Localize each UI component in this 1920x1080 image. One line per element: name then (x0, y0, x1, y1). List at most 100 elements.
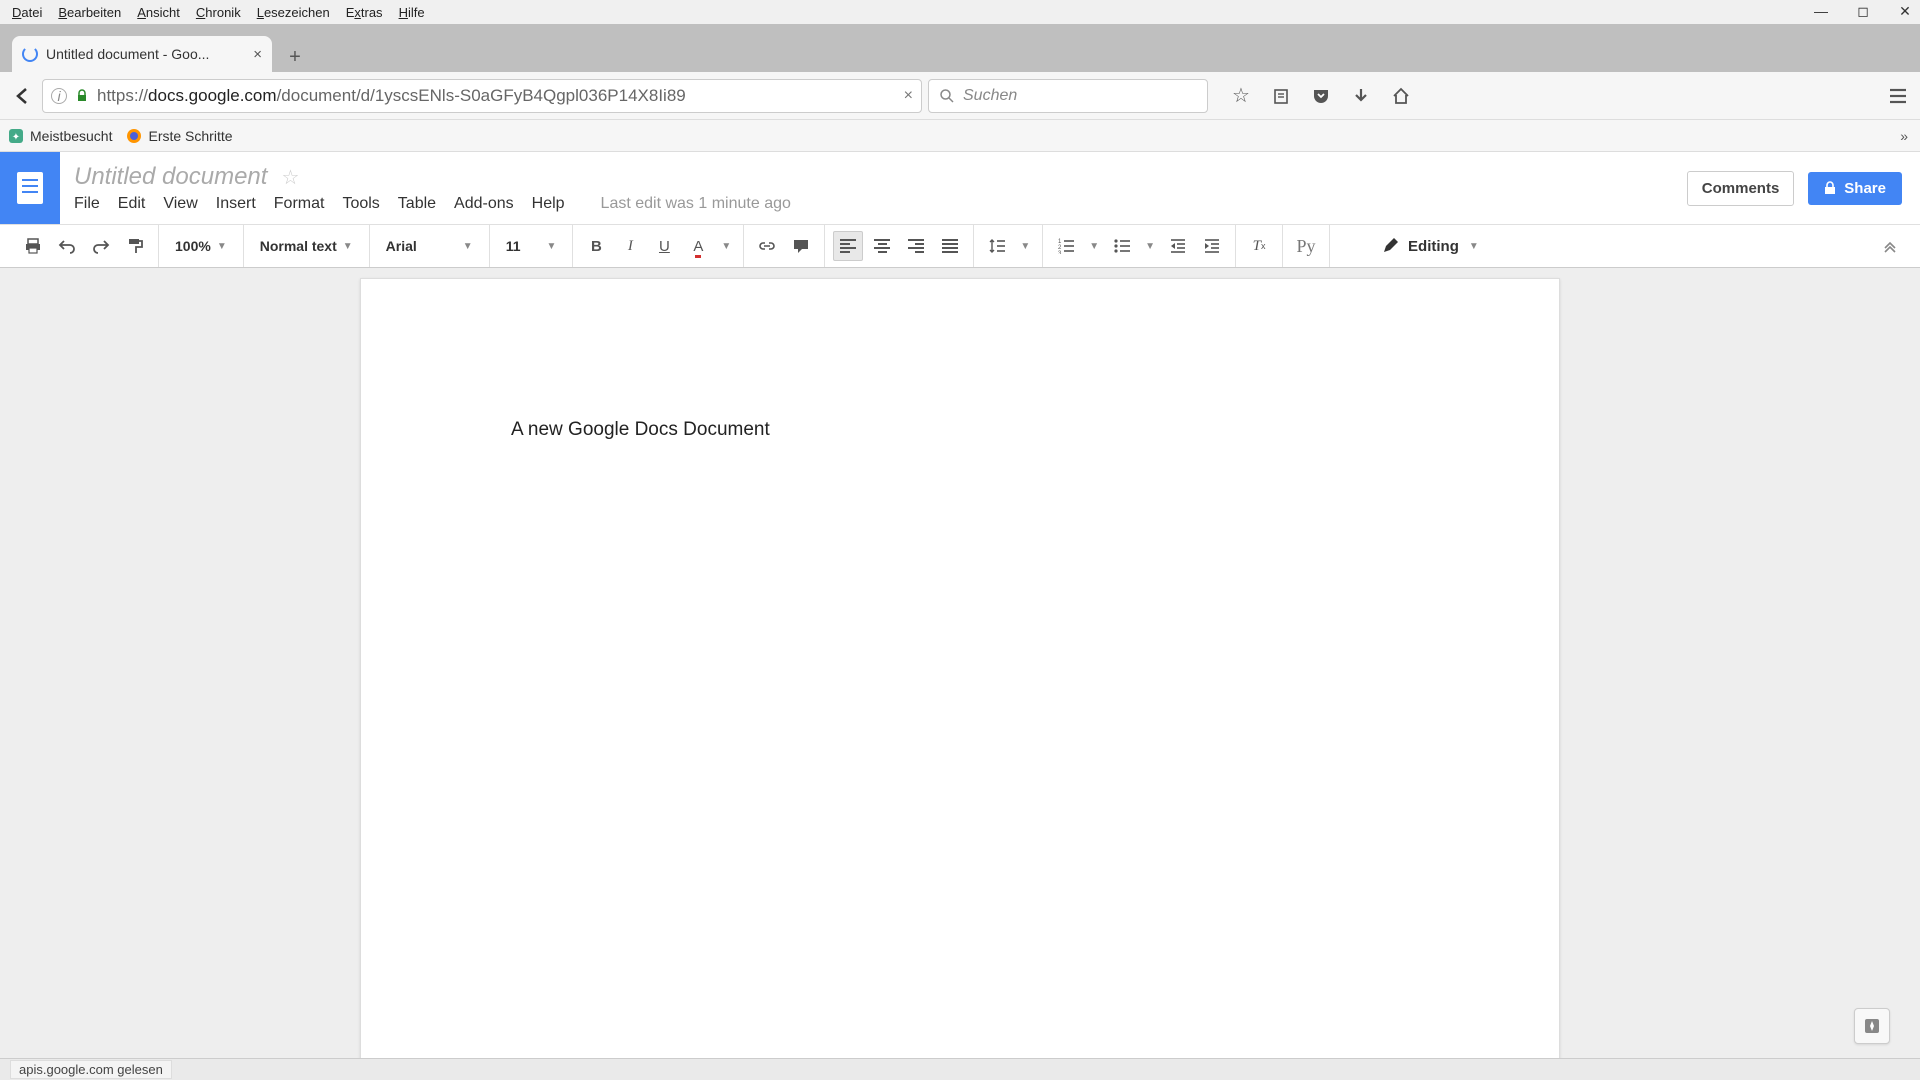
line-spacing-button[interactable] (982, 231, 1012, 261)
input-tools-button[interactable]: Py (1291, 231, 1321, 261)
undo-icon[interactable] (52, 231, 82, 261)
globe-icon: ✦ (8, 128, 24, 144)
back-button[interactable] (10, 83, 36, 109)
italic-button[interactable]: I (615, 231, 645, 261)
toolbar-icons: ☆ (1230, 85, 1412, 107)
browser-menubar: Datei Bearbeiten Ansicht Chronik Lesezei… (0, 0, 1920, 24)
reading-list-icon[interactable] (1270, 85, 1292, 107)
comments-button[interactable]: Comments (1687, 171, 1795, 206)
numbered-list-button[interactable]: 123 (1051, 231, 1081, 261)
status-bar: apis.google.com gelesen (0, 1058, 1920, 1080)
spacing-caret[interactable]: ▼ (1016, 231, 1034, 261)
menu-view[interactable]: Ansicht (129, 3, 188, 22)
indent-decrease-button[interactable] (1163, 231, 1193, 261)
align-left-button[interactable] (833, 231, 863, 261)
close-icon[interactable]: ✕ (1896, 2, 1914, 20)
menu-extras[interactable]: Extras (338, 3, 391, 22)
menu-history[interactable]: Chronik (188, 3, 249, 22)
menu-help[interactable]: Hilfe (391, 3, 433, 22)
menu-file[interactable]: Datei (4, 3, 50, 22)
indent-increase-button[interactable] (1197, 231, 1227, 261)
docs-menubar: File Edit View Insert Format Tools Table… (74, 195, 791, 213)
docs-header: Untitled document ☆ File Edit View Inser… (0, 152, 1920, 224)
color-caret[interactable]: ▼ (717, 231, 735, 261)
docs-menu-edit[interactable]: Edit (118, 195, 146, 213)
svg-text:✦: ✦ (12, 132, 20, 143)
window-controls: — ◻ ✕ (1812, 2, 1914, 20)
home-icon[interactable] (1390, 85, 1412, 107)
maximize-icon[interactable]: ◻ (1854, 2, 1872, 20)
url-bar[interactable]: i https://docs.google.com/document/d/1ys… (42, 79, 922, 113)
bold-button[interactable]: B (581, 231, 611, 261)
status-text: apis.google.com gelesen (10, 1060, 172, 1079)
pocket-icon[interactable] (1310, 85, 1332, 107)
docs-title-area: Untitled document ☆ File Edit View Inser… (74, 163, 791, 213)
bookmark-star-icon[interactable]: ☆ (1230, 85, 1252, 107)
svg-text:3: 3 (1058, 251, 1062, 254)
lock-icon (1824, 181, 1836, 195)
paint-format-icon[interactable] (120, 231, 150, 261)
docs-menu-format[interactable]: Format (274, 195, 325, 213)
search-placeholder: Suchen (963, 87, 1017, 105)
clear-formatting-button[interactable]: Tx (1244, 231, 1274, 261)
info-icon[interactable]: i (51, 88, 67, 104)
hamburger-menu-icon[interactable] (1888, 87, 1908, 105)
docs-menu-insert[interactable]: Insert (216, 195, 256, 213)
bookmark-label: Meistbesucht (30, 128, 112, 144)
docs-menu-view[interactable]: View (163, 195, 197, 213)
browser-tab[interactable]: Untitled document - Goo... × (12, 36, 272, 72)
lock-icon (75, 89, 89, 103)
text-color-button[interactable]: A (683, 231, 713, 261)
docs-menu-table[interactable]: Table (398, 195, 436, 213)
document-page[interactable]: A new Google Docs Document (360, 278, 1560, 1058)
bookmarks-bar: ✦ Meistbesucht Erste Schritte » (0, 120, 1920, 152)
bulleted-list-button[interactable] (1107, 231, 1137, 261)
loading-spinner-icon (22, 46, 38, 62)
comment-icon[interactable] (786, 231, 816, 261)
link-icon[interactable] (752, 231, 782, 261)
explore-button[interactable] (1854, 1008, 1890, 1044)
align-center-button[interactable] (867, 231, 897, 261)
underline-button[interactable]: U (649, 231, 679, 261)
url-text: https://docs.google.com/document/d/1yscs… (97, 86, 896, 106)
fontsize-dropdown[interactable]: 11▼ (498, 231, 565, 261)
align-right-button[interactable] (901, 231, 931, 261)
new-tab-button[interactable]: + (280, 42, 310, 72)
zoom-dropdown[interactable]: 100%▼ (167, 231, 235, 261)
document-body-text[interactable]: A new Google Docs Document (511, 419, 1409, 441)
font-dropdown[interactable]: Arial▼ (378, 231, 481, 261)
editing-mode-dropdown[interactable]: Editing ▼ (1368, 238, 1493, 255)
nav-toolbar: i https://docs.google.com/document/d/1ys… (0, 72, 1920, 120)
downloads-icon[interactable] (1350, 85, 1372, 107)
print-icon[interactable] (18, 231, 48, 261)
pencil-icon (1382, 238, 1398, 254)
docs-logo[interactable] (0, 152, 60, 224)
bullist-caret[interactable]: ▼ (1141, 231, 1159, 261)
document-canvas[interactable]: A new Google Docs Document (0, 268, 1920, 1058)
menu-edit[interactable]: Bearbeiten (50, 3, 129, 22)
style-dropdown[interactable]: Normal text▼ (252, 231, 361, 261)
bookmark-first-steps[interactable]: Erste Schritte (126, 128, 232, 144)
collapse-toolbar-icon[interactable] (1870, 239, 1910, 253)
bookmark-most-visited[interactable]: ✦ Meistbesucht (8, 128, 112, 144)
tab-close-icon[interactable]: × (253, 46, 262, 63)
align-justify-button[interactable] (935, 231, 965, 261)
star-icon[interactable]: ☆ (281, 165, 299, 190)
search-box[interactable]: Suchen (928, 79, 1208, 113)
docs-toolbar: 100%▼ Normal text▼ Arial▼ 11▼ B I U A ▼ … (0, 224, 1920, 268)
bookmarks-overflow-icon[interactable]: » (1900, 128, 1908, 144)
minimize-icon[interactable]: — (1812, 2, 1830, 20)
numlist-caret[interactable]: ▼ (1085, 231, 1103, 261)
share-button[interactable]: Share (1808, 172, 1902, 205)
docs-menu-help[interactable]: Help (532, 195, 565, 213)
menu-bookmarks[interactable]: Lesezeichen (249, 3, 338, 22)
docs-menu-tools[interactable]: Tools (342, 195, 379, 213)
document-title[interactable]: Untitled document (74, 163, 267, 191)
last-edit-text: Last edit was 1 minute ago (601, 195, 791, 213)
docs-menu-file[interactable]: File (74, 195, 100, 213)
docs-menu-addons[interactable]: Add-ons (454, 195, 514, 213)
redo-icon[interactable] (86, 231, 116, 261)
tab-title: Untitled document - Goo... (46, 46, 209, 62)
url-clear-icon[interactable]: × (904, 87, 913, 105)
share-label: Share (1844, 180, 1886, 197)
